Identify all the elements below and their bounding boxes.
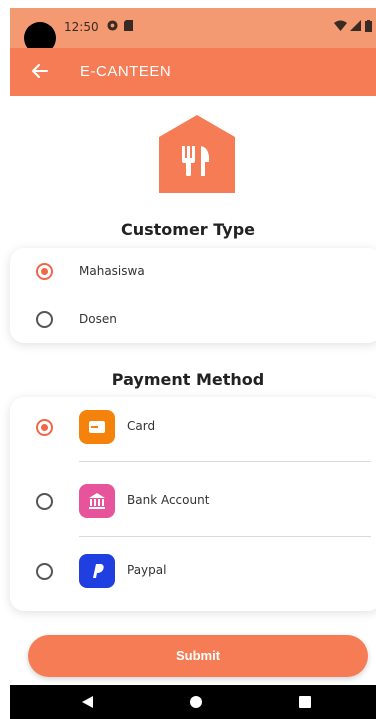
payment-option-bank-account[interactable]: Bank Account [10, 481, 376, 521]
payment-option-label: Paypal [127, 563, 167, 577]
payment-option-label: Bank Account [127, 493, 210, 507]
card-icon [79, 410, 115, 444]
customer-option-mahasiswa[interactable]: Mahasiswa [10, 251, 376, 291]
payment-method-title: Payment Method [111, 370, 265, 389]
restaurant-icon [157, 113, 237, 193]
signal-icon [350, 20, 361, 34]
app-title: E-CANTEEN [80, 63, 172, 80]
nav-back-icon[interactable] [82, 696, 93, 708]
radio-paypal[interactable] [36, 563, 53, 580]
status-bar: 12:50 [10, 8, 376, 54]
divider [79, 536, 371, 537]
customer-type-card: Mahasiswa Dosen [10, 248, 376, 343]
customer-option-label: Dosen [79, 312, 117, 326]
radio-dosen[interactable] [36, 311, 53, 328]
submit-button[interactable]: Submit [28, 635, 368, 677]
payment-method-card: Card Bank Account Paypal [10, 397, 376, 611]
sim-card-icon [124, 20, 133, 34]
payment-option-card[interactable]: Card [10, 407, 376, 447]
radio-mahasiswa[interactable] [36, 263, 53, 280]
divider [79, 461, 371, 462]
bank-icon [79, 484, 115, 518]
customer-option-dosen[interactable]: Dosen [10, 299, 376, 339]
status-time: 12:50 [64, 20, 99, 34]
settings-icon [107, 20, 118, 34]
radio-card[interactable] [36, 419, 53, 436]
payment-option-paypal[interactable]: Paypal [10, 551, 376, 591]
paypal-icon [79, 554, 115, 588]
wifi-icon [334, 20, 347, 34]
battery-icon [365, 20, 372, 35]
customer-option-label: Mahasiswa [79, 264, 145, 278]
app-bar: E-CANTEEN [10, 48, 376, 96]
arrow-left-icon[interactable] [26, 57, 54, 85]
payment-option-label: Card [127, 419, 156, 433]
customer-type-title: Customer Type [120, 220, 256, 239]
nav-home-icon[interactable] [190, 696, 202, 708]
radio-bank-account[interactable] [36, 493, 53, 510]
nav-recents-icon[interactable] [299, 696, 311, 708]
navigation-bar [10, 685, 376, 719]
